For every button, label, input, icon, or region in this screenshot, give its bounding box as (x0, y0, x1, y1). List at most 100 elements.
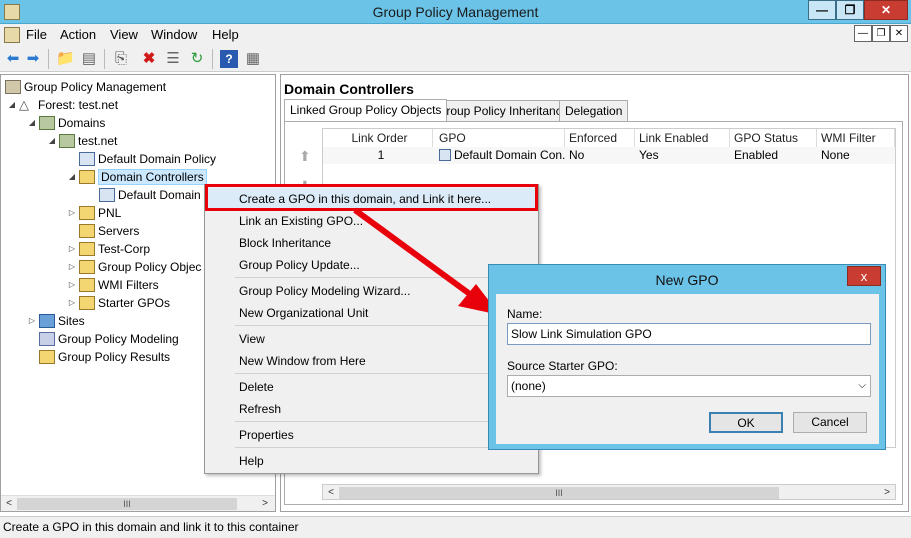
properties-icon[interactable]: ☰ (164, 50, 182, 68)
delete-icon[interactable]: ✖ (140, 50, 158, 68)
tree-item-default-domain-controllers[interactable]: Default Domain (97, 186, 201, 204)
collapse-icon[interactable]: ◢ (27, 114, 37, 132)
expand-icon[interactable]: ▷ (27, 312, 37, 330)
tree-item-gpm-root[interactable]: Group Policy Management (3, 78, 166, 96)
tree-item-pnl[interactable]: ▷ PNL (67, 204, 121, 222)
table-cell-link-order[interactable]: 1 (323, 147, 435, 164)
sites-icon (39, 314, 55, 328)
ou-folder-icon (79, 170, 95, 184)
column-header-enforced[interactable]: Enforced (565, 129, 635, 147)
console-icon[interactable] (4, 27, 20, 43)
expand-icon[interactable]: ▷ (67, 276, 77, 294)
tree-item-gp-results[interactable]: Group Policy Results (37, 348, 170, 366)
table-hscrollbar[interactable]: < III > (322, 484, 896, 500)
menu-help[interactable]: Help (212, 27, 239, 42)
menu-bar: File Action View Window Help (0, 24, 911, 46)
gpm-icon (5, 80, 21, 94)
tree-item-servers[interactable]: Servers (77, 222, 139, 240)
tree-item-starter-gpos[interactable]: ▷ Starter GPOs (67, 294, 170, 312)
tree-item-sites[interactable]: ▷ Sites (27, 312, 85, 330)
refresh-icon[interactable]: ↻ (188, 50, 206, 68)
table-cell-gpo-status[interactable]: Enabled (730, 147, 817, 164)
gpo-link-icon (79, 152, 95, 166)
menu-action[interactable]: Action (60, 27, 96, 42)
scroll-thumb[interactable]: III (17, 498, 237, 510)
tree-item-domains[interactable]: ◢ Domains (27, 114, 105, 132)
new-gpo-dialog: New GPO x Name: Slow Link Simulation GPO… (488, 264, 886, 450)
tree-item-wmi-filters[interactable]: ▷ WMI Filters (67, 276, 159, 294)
starter-folder-icon (79, 296, 95, 310)
move-up-icon[interactable]: ⬆ (299, 148, 311, 165)
menu-window[interactable]: Window (151, 27, 197, 42)
ou-folder-icon (79, 242, 95, 256)
title-bar: Group Policy Management — ❐ ✕ (0, 0, 911, 24)
expand-icon[interactable]: ▷ (67, 240, 77, 258)
toolbar-separator (104, 49, 105, 69)
gpo-name-input[interactable]: Slow Link Simulation GPO (507, 323, 871, 345)
toolbar: ⬅ ➡ 📁 ▤ ⎘ ✖ ☰ ↻ ? ▦ (0, 46, 911, 72)
tab-delegation[interactable]: Delegation (559, 100, 629, 121)
scroll-thumb[interactable]: III (339, 487, 779, 499)
forward-icon[interactable]: ➡ (24, 50, 42, 68)
menu-item-help[interactable]: Help (205, 450, 538, 472)
tab-inheritance[interactable]: Group Policy Inheritance (431, 100, 575, 121)
scroll-right-icon[interactable]: > (879, 485, 895, 501)
column-header-gpo-status[interactable]: GPO Status (730, 129, 817, 147)
collapse-icon[interactable]: ◢ (67, 168, 77, 186)
table-cell-enforced[interactable]: No (565, 147, 635, 164)
column-header-link-order[interactable]: Link Order (323, 129, 433, 147)
back-icon[interactable]: ⬅ (4, 50, 22, 68)
dialog-close-button[interactable]: x (847, 266, 881, 286)
close-button[interactable]: ✕ (864, 0, 908, 20)
mdi-minimize-button[interactable]: — (854, 25, 872, 42)
wmi-folder-icon (79, 278, 95, 292)
tree-item-test-net[interactable]: ◢ test.net (47, 132, 117, 150)
action-pane-icon[interactable]: ▦ (244, 50, 262, 68)
menu-file[interactable]: File (26, 27, 47, 42)
menu-item-block-inheritance[interactable]: Block Inheritance (205, 232, 538, 254)
tree-item-forest[interactable]: ◢ △ Forest: test.net (7, 96, 118, 114)
column-header-gpo[interactable]: GPO (435, 129, 565, 147)
table-cell-link-enabled[interactable]: Yes (635, 147, 730, 164)
collapse-icon[interactable]: ◢ (7, 96, 17, 114)
status-bar: Create a GPO in this domain and link it … (0, 516, 911, 538)
cancel-button[interactable]: Cancel (793, 412, 867, 433)
mdi-close-button[interactable]: ✕ (890, 25, 908, 42)
menu-view[interactable]: View (110, 27, 138, 42)
collapse-icon[interactable]: ◢ (47, 132, 57, 150)
mdi-restore-button[interactable]: ❐ (872, 25, 890, 42)
starter-gpo-select[interactable]: (none) ⌵ (507, 375, 871, 397)
scroll-right-icon[interactable]: > (257, 496, 273, 512)
table-cell-gpo[interactable]: Default Domain Con... (435, 147, 565, 164)
expand-icon[interactable]: ▷ (67, 204, 77, 222)
minimize-button[interactable]: — (808, 0, 836, 20)
tree-item-group-policy-objects[interactable]: ▷ Group Policy Objec (67, 258, 201, 276)
copy-icon[interactable]: ⎘ (112, 50, 130, 68)
expand-icon[interactable]: ▷ (67, 258, 77, 276)
scroll-left-icon[interactable]: < (323, 485, 339, 501)
help-icon[interactable]: ? (220, 50, 238, 68)
tab-linked-gpos[interactable]: Linked Group Policy Objects (284, 99, 448, 121)
tree-item-domain-controllers[interactable]: ◢ Domain Controllers (67, 168, 207, 186)
starter-gpo-label: Source Starter GPO: (507, 359, 618, 373)
dialog-title: New GPO (655, 272, 719, 288)
table-cell-wmi-filter[interactable]: None (817, 147, 895, 164)
maximize-button[interactable]: ❐ (836, 0, 864, 20)
tree-item-default-domain-policy[interactable]: Default Domain Policy (77, 150, 216, 168)
tree-item-test-corp[interactable]: ▷ Test-Corp (67, 240, 150, 258)
column-header-link-enabled[interactable]: Link Enabled (635, 129, 730, 147)
toolbar-separator (212, 49, 213, 69)
expand-icon[interactable]: ▷ (67, 294, 77, 312)
gpo-link-icon (99, 188, 115, 202)
domains-icon (39, 116, 55, 130)
column-header-wmi-filter[interactable]: WMI Filter (817, 129, 895, 147)
up-folder-icon[interactable]: 📁 (56, 50, 75, 68)
show-hide-tree-icon[interactable]: ▤ (80, 50, 98, 68)
ok-button[interactable]: OK (709, 412, 783, 433)
scroll-left-icon[interactable]: < (1, 496, 17, 512)
tree-hscrollbar[interactable]: < III > (1, 495, 275, 511)
menu-item-link-existing-gpo[interactable]: Link an Existing GPO... (205, 210, 538, 232)
tree-item-gp-modeling[interactable]: Group Policy Modeling (37, 330, 179, 348)
domain-icon (59, 134, 75, 148)
modeling-icon (39, 332, 55, 346)
